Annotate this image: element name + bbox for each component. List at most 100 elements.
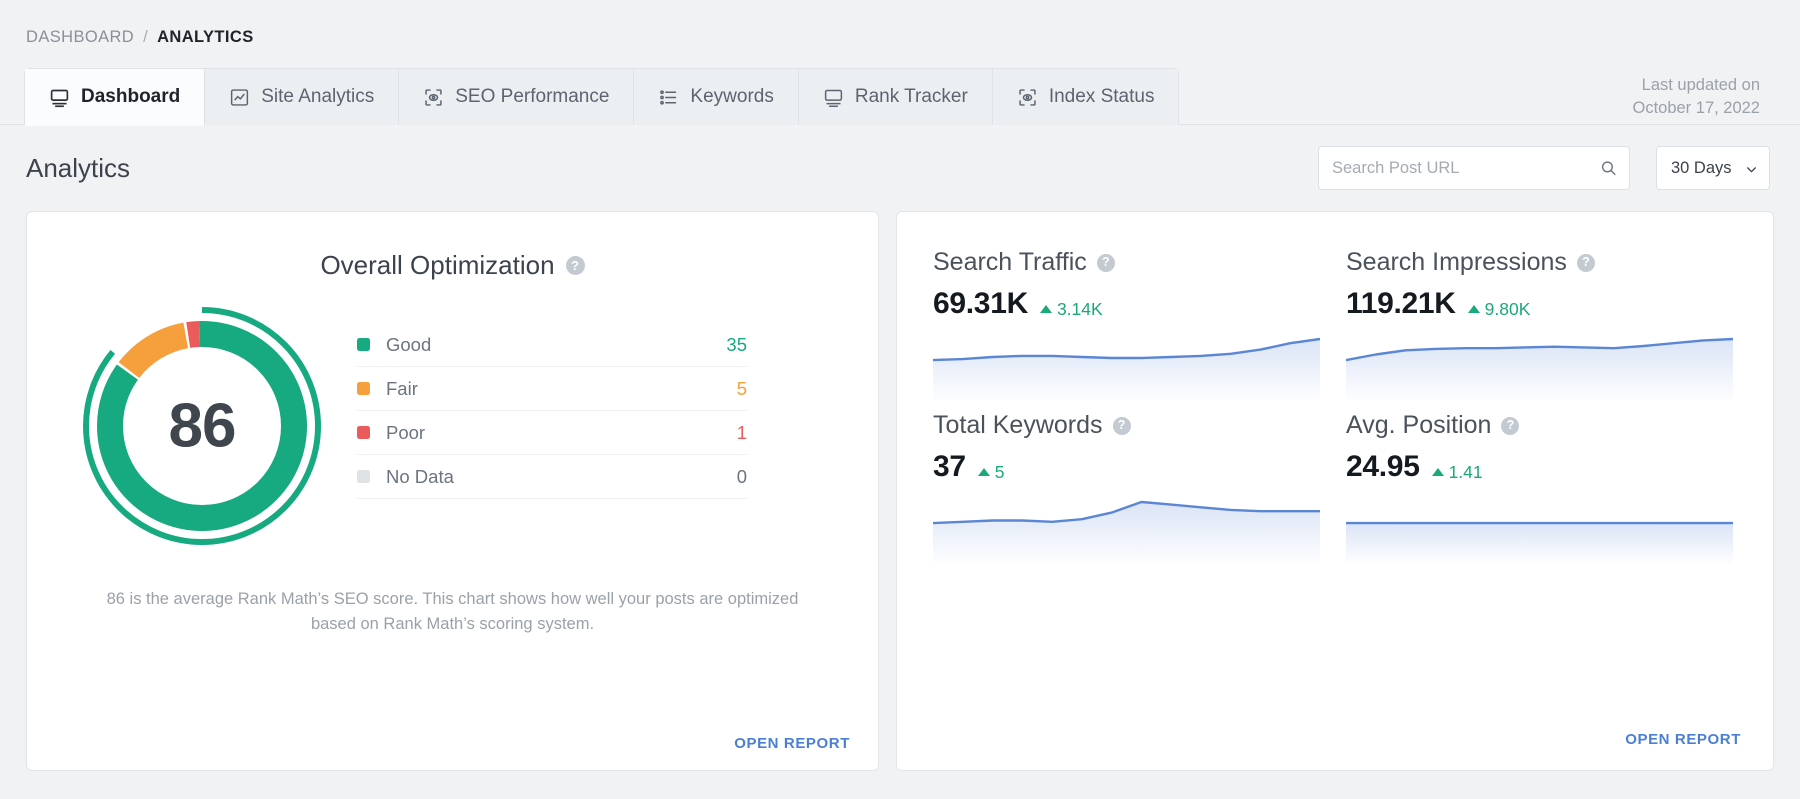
legend-value: 5 xyxy=(737,378,747,400)
legend-swatch-poor xyxy=(357,426,370,439)
tab-rank-tracker[interactable]: Rank Tracker xyxy=(799,69,993,125)
caret-up-icon xyxy=(1040,305,1052,313)
stat-header: Total Keywords ? xyxy=(933,411,1320,440)
stat-delta: 1.41 xyxy=(1432,462,1483,483)
legend-swatch-nodata xyxy=(357,470,370,483)
stat-label: Search Traffic xyxy=(933,248,1087,277)
stat-search-impressions: Search Impressions ? 119.21K 9.80K xyxy=(1346,248,1733,411)
monitor-icon xyxy=(49,87,70,108)
open-report-link-stats[interactable]: OPEN REPORT xyxy=(1625,731,1741,748)
stat-value-row: 69.31K 3.14K xyxy=(933,287,1320,321)
tab-label: Keywords xyxy=(690,86,773,108)
stat-value: 24.95 xyxy=(1346,450,1420,484)
help-icon[interactable]: ? xyxy=(1577,254,1595,272)
breadcrumb-current: ANALYTICS xyxy=(157,28,254,47)
tab-label: Dashboard xyxy=(81,86,180,108)
stat-value-row: 37 5 xyxy=(933,450,1320,484)
search-input[interactable] xyxy=(1319,147,1629,189)
stat-value: 69.31K xyxy=(933,287,1028,321)
tab-label: Index Status xyxy=(1049,86,1155,108)
stat-header: Avg. Position ? xyxy=(1346,411,1733,440)
legend-label: Poor xyxy=(386,422,737,444)
last-updated: Last updated on October 17, 2022 xyxy=(1632,74,1760,121)
optimization-note: 86 is the average Rank Math’s SEO score.… xyxy=(27,551,878,637)
legend-label: Fair xyxy=(386,378,737,400)
eye-scan-icon xyxy=(1017,87,1038,108)
toolbar-controls: 30 Days xyxy=(1318,146,1770,190)
help-icon[interactable]: ? xyxy=(1113,417,1131,435)
list-icon xyxy=(658,87,679,108)
line-chart-icon xyxy=(229,87,250,108)
tab-index-status[interactable]: Index Status xyxy=(993,69,1179,125)
date-range-value: 30 Days xyxy=(1671,159,1732,178)
last-updated-label: Last updated on xyxy=(1632,74,1760,97)
help-icon[interactable]: ? xyxy=(1501,417,1519,435)
sparkline-total-keywords xyxy=(933,498,1320,564)
tab-site-analytics[interactable]: Site Analytics xyxy=(205,69,399,125)
stat-delta: 9.80K xyxy=(1468,299,1531,320)
stat-total-keywords: Total Keywords ? 37 5 xyxy=(933,411,1320,574)
search-post-url-box[interactable] xyxy=(1318,146,1630,190)
stat-search-traffic: Search Traffic ? 69.31K 3.14K xyxy=(933,248,1320,411)
eye-scan-icon xyxy=(423,87,444,108)
sparkline-avg-position xyxy=(1346,498,1733,564)
legend-swatch-fair xyxy=(357,382,370,395)
stat-grid: Search Traffic ? 69.31K 3.14K Search Imp… xyxy=(897,212,1773,574)
cards-row: Overall Optimization ? 86 xyxy=(0,211,1800,771)
stat-delta-value: 1.41 xyxy=(1449,462,1483,483)
stat-delta-value: 5 xyxy=(995,462,1005,483)
stat-delta: 3.14K xyxy=(1040,299,1103,320)
caret-up-icon xyxy=(978,468,990,476)
legend-row[interactable]: Fair 5 xyxy=(357,367,747,411)
page-title: Analytics xyxy=(26,153,130,184)
breadcrumb-root[interactable]: DASHBOARD xyxy=(26,28,134,47)
stat-label: Avg. Position xyxy=(1346,411,1491,440)
legend-row[interactable]: Poor 1 xyxy=(357,411,747,455)
legend-value: 1 xyxy=(737,422,747,444)
monitor-icon xyxy=(823,87,844,108)
caret-up-icon xyxy=(1432,468,1444,476)
donut-and-legend: 86 Good 35 Fair 5 Poor 1 xyxy=(27,281,878,551)
stat-delta-value: 9.80K xyxy=(1485,299,1531,320)
stat-header: Search Traffic ? xyxy=(933,248,1320,277)
analytics-toolbar: Analytics 30 Days xyxy=(0,125,1800,211)
legend-swatch-good xyxy=(357,338,370,351)
legend-row[interactable]: Good 35 xyxy=(357,323,747,367)
card-title-text: Overall Optimization xyxy=(320,250,554,281)
tab-label: Rank Tracker xyxy=(855,86,968,108)
open-report-link-optimization[interactable]: OPEN REPORT xyxy=(734,735,850,752)
last-updated-date: October 17, 2022 xyxy=(1632,97,1760,120)
search-stats-card: Search Traffic ? 69.31K 3.14K Search Imp… xyxy=(896,211,1774,771)
legend-value: 35 xyxy=(726,334,747,356)
tab-dashboard[interactable]: Dashboard xyxy=(25,69,205,126)
overall-optimization-card: Overall Optimization ? 86 xyxy=(26,211,879,771)
tab-keywords[interactable]: Keywords xyxy=(634,69,798,125)
stat-label: Search Impressions xyxy=(1346,248,1567,277)
sparkline-search-impressions xyxy=(1346,335,1733,401)
tab-label: SEO Performance xyxy=(455,86,609,108)
tab-seo-performance[interactable]: SEO Performance xyxy=(399,69,634,125)
optimization-legend: Good 35 Fair 5 Poor 1 No Data 0 xyxy=(357,323,747,499)
help-icon[interactable]: ? xyxy=(1097,254,1115,272)
stat-value: 37 xyxy=(933,450,966,484)
card-title: Overall Optimization ? xyxy=(27,212,878,281)
stat-delta: 5 xyxy=(978,462,1005,483)
date-range-select[interactable]: 30 Days xyxy=(1656,146,1770,190)
tab-label: Site Analytics xyxy=(261,86,374,108)
stat-value: 119.21K xyxy=(1346,287,1456,321)
stat-header: Search Impressions ? xyxy=(1346,248,1733,277)
caret-up-icon xyxy=(1468,305,1480,313)
stat-value-row: 119.21K 9.80K xyxy=(1346,287,1733,321)
legend-row[interactable]: No Data 0 xyxy=(357,455,747,499)
stat-avg-position: Avg. Position ? 24.95 1.41 xyxy=(1346,411,1733,574)
optimization-score: 86 xyxy=(77,391,327,462)
tab-list: Dashboard Site Analytics SEO Performance xyxy=(24,68,1179,125)
stat-label: Total Keywords xyxy=(933,411,1103,440)
stat-delta-value: 3.14K xyxy=(1057,299,1103,320)
chevron-down-icon xyxy=(1745,162,1758,175)
help-icon[interactable]: ? xyxy=(566,256,585,275)
sparkline-search-traffic xyxy=(933,335,1320,401)
optimization-donut-chart: 86 xyxy=(77,301,327,551)
legend-label: Good xyxy=(386,334,726,356)
tab-bar: Dashboard Site Analytics SEO Performance xyxy=(0,68,1800,125)
